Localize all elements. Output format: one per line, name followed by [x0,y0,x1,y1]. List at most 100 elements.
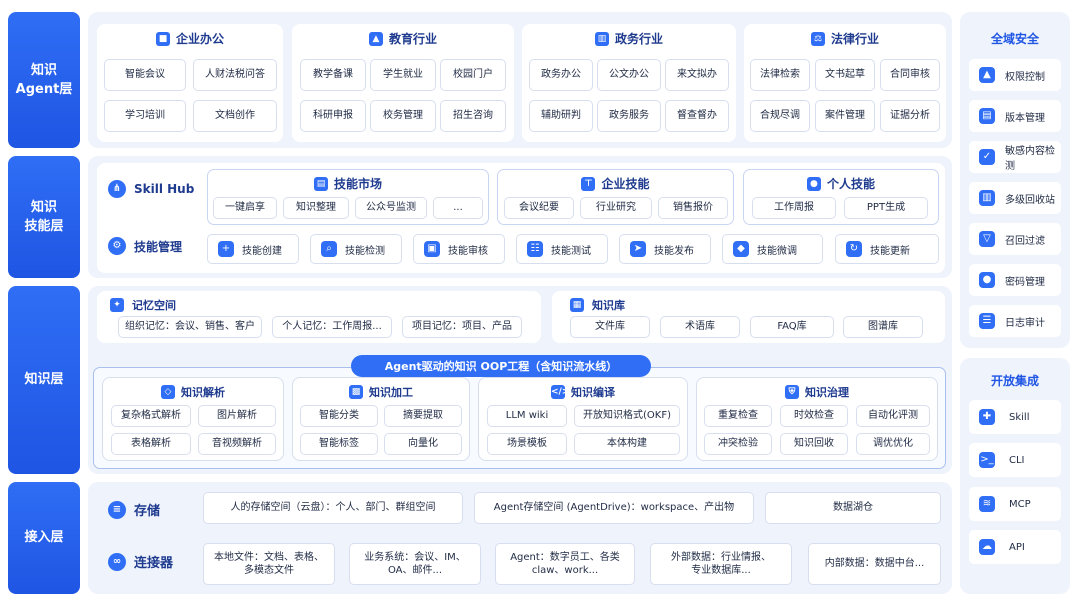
chip-gov-2[interactable]: 来文拟办 [665,59,729,91]
chip-market-1[interactable]: 知识整理 [283,197,349,219]
chip-edu-0[interactable]: 教学备课 [300,59,366,91]
chip-legal-1[interactable]: 文书起草 [815,59,875,91]
security-item-permission[interactable]: ▲ 权限控制 [969,59,1061,91]
chip-storage-0[interactable]: 人的存储空间（云盘）：个人、部门、群组空间 [203,492,463,524]
database-icon: ≡ [108,500,126,519]
security-item-recall-filter[interactable]: ▽ 召回过滤 [969,223,1061,255]
chip-storage-2[interactable]: 数据湖仓 [765,492,941,524]
chip-parse-2[interactable]: 表格解析 [111,433,191,455]
connector-label: ∞ 连接器 [108,552,173,571]
layer-label-access: 接入层 [8,482,80,594]
chip-edu-3[interactable]: 科研申报 [300,100,366,132]
skill-finetune-button[interactable]: ◆ 技能微调 [722,234,823,264]
chip-process-2[interactable]: 智能标签 [300,433,378,455]
chip-edu-2[interactable]: 校园门户 [440,59,506,91]
chip-memory-2[interactable]: 项目记忆：项目、产品 [402,316,522,338]
chip-edu-1[interactable]: 学生就业 [370,59,436,91]
chip-edu-5[interactable]: 招生咨询 [440,100,506,132]
chip-connector-1[interactable]: 业务系统：会议、IM、 OA、邮件... [349,543,481,585]
chip-office-3[interactable]: 文档创作 [193,100,277,132]
chip-memory-1[interactable]: 个人记忆：工作周报... [272,316,392,338]
chip-ent-0[interactable]: 会议纪要 [504,197,574,219]
integration-item-cli[interactable]: >_ CLI [969,443,1061,477]
compile-title: </> 知识编译 [478,384,688,400]
chip-storage-1[interactable]: Agent存储空间 (AgentDrive)：workspace、产出物 [474,492,754,524]
chip-compile-0[interactable]: LLM wiki [487,405,567,427]
chip-legal-5[interactable]: 证据分析 [880,100,940,132]
chip-ent-1[interactable]: 行业研究 [580,197,652,219]
skill-publish-button[interactable]: ➤ 技能发布 [619,234,711,264]
chip-govern-4[interactable]: 知识回收 [780,433,848,455]
chip-compile-2[interactable]: 场景模板 [487,433,567,455]
chip-gov-3[interactable]: 辅助研判 [529,100,593,132]
chip-connector-0[interactable]: 本地文件：文档、表格、 多模态文件 [203,543,335,585]
chip-ent-2[interactable]: 销售报价 [658,197,728,219]
chip-personal-1[interactable]: PPT生成 [844,197,928,219]
chip-connector-3[interactable]: 外部数据：行业情报、 专业数据库... [650,543,792,585]
security-item-audit[interactable]: ☰ 日志审计 [969,305,1061,337]
skill-enterprise-label: 企业技能 [601,177,650,191]
skill-create-button[interactable]: + 技能创建 [207,234,299,264]
chip-process-1[interactable]: 摘要提取 [384,405,462,427]
integration-item-api[interactable]: ☁ API [969,530,1061,564]
skill-detect-button[interactable]: ⌕ 技能检测 [310,234,402,264]
security-item-recycle[interactable]: ▥ 多级回收站 [969,182,1061,214]
layer-label-knowledge: 知识层 [8,286,80,474]
chip-edu-4[interactable]: 校务管理 [370,100,436,132]
chip-office-0[interactable]: 智能会议 [104,59,186,91]
chip-personal-0[interactable]: 工作周报 [752,197,836,219]
security-item-label: 日志审计 [1005,317,1045,329]
integration-item-skill[interactable]: ✚ Skill [969,400,1061,434]
chip-process-3[interactable]: 向量化 [384,433,462,455]
chip-kb-3[interactable]: 图谱库 [843,316,923,338]
skill-review-button[interactable]: ▣ 技能审核 [413,234,505,264]
integration-item-label: CLI [1009,454,1025,466]
skill-test-button[interactable]: ☷ 技能测试 [516,234,608,264]
security-item-password[interactable]: ● 密码管理 [969,264,1061,296]
chip-office-1[interactable]: 人财法税问答 [193,59,277,91]
chip-compile-3[interactable]: 本体构建 [574,433,680,455]
chip-process-0[interactable]: 智能分类 [300,405,378,427]
skill-update-button[interactable]: ↻ 技能更新 [835,234,939,264]
security-title: 全域安全 [990,32,1039,46]
chip-legal-3[interactable]: 合规尽调 [750,100,810,132]
chip-gov-5[interactable]: 督查督办 [665,100,729,132]
chip-gov-4[interactable]: 政务服务 [597,100,661,132]
chip-legal-2[interactable]: 合同审核 [880,59,940,91]
chip-parse-1[interactable]: 图片解析 [198,405,276,427]
chip-compile-1[interactable]: 开放知识格式(OKF) [574,405,680,427]
chip-govern-5[interactable]: 调优优化 [856,433,930,455]
chip-market-2[interactable]: 公众号监测 [355,197,427,219]
chip-connector-4[interactable]: 内部数据：数据中台... [808,543,941,585]
refresh-icon: ↻ [846,241,862,257]
chip-kb-1[interactable]: 术语库 [660,316,740,338]
chip-gov-0[interactable]: 政务办公 [529,59,593,91]
chip-kb-2[interactable]: FAQ库 [750,316,834,338]
filter-icon: ▽ [979,231,995,247]
security-item-version[interactable]: ▤ 版本管理 [969,100,1061,132]
chip-govern-2[interactable]: 自动化评测 [856,405,930,427]
skill-test-label: 技能测试 [551,245,591,257]
chip-legal-0[interactable]: 法律检索 [750,59,810,91]
chip-market-0[interactable]: 一键启享 [213,197,277,219]
chip-gov-1[interactable]: 公文办公 [597,59,661,91]
id-card-icon: ▣ [424,241,440,257]
memory-title: ✦ 记忆空间 [110,297,176,313]
chip-kb-0[interactable]: 文件库 [570,316,650,338]
cube-outline-icon: ◇ [161,385,175,399]
group-legal-title: ⚖ 法律行业 [744,30,946,47]
chip-market-more[interactable]: ... [433,197,483,219]
chip-parse-0[interactable]: 复杂格式解析 [111,405,191,427]
chip-govern-3[interactable]: 冲突检验 [704,433,772,455]
storage-label: ≡ 存储 [108,500,160,519]
chip-connector-2[interactable]: Agent：数字员工、各类 claw、work... [495,543,635,585]
chip-govern-0[interactable]: 重复检查 [704,405,772,427]
integration-item-mcp[interactable]: ≋ MCP [969,487,1061,521]
group-office-title: ■ 企业办公 [97,30,283,47]
chip-parse-3[interactable]: 音视频解析 [198,433,276,455]
chip-memory-0[interactable]: 组织记忆：会议、销售、客户 [118,316,262,338]
chip-legal-4[interactable]: 案件管理 [815,100,875,132]
chip-office-2[interactable]: 学习培训 [104,100,186,132]
chip-govern-1[interactable]: 时效检查 [780,405,848,427]
security-item-sensitive[interactable]: ✓ 敏感内容检测 [969,141,1061,173]
